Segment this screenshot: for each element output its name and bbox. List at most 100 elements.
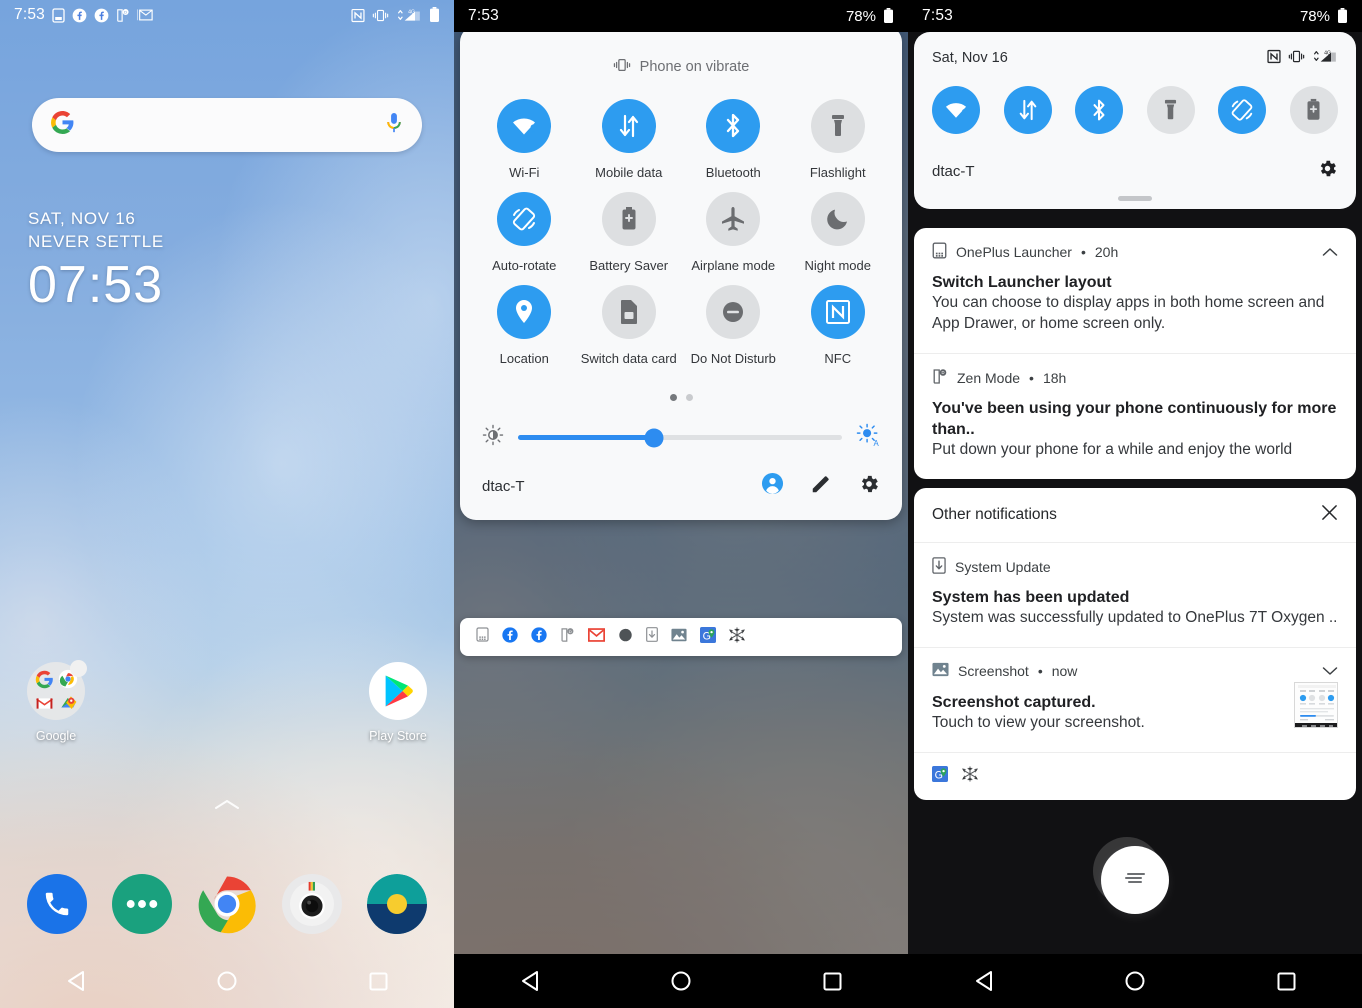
home-icon-play-store[interactable]: Play Store [352,662,444,743]
qs-tile-flashlight[interactable]: Flashlight [786,99,891,180]
notification-separator: • [1037,662,1043,679]
status-bar-time: 7:53 [922,7,953,24]
home-button[interactable] [1112,958,1158,1004]
qs-tile-bluetooth[interactable] [1075,86,1124,134]
chevron-up-icon[interactable] [0,795,454,818]
svg-text:?: ? [530,122,537,136]
svg-text:D: D [569,628,572,633]
messages-icon[interactable] [111,874,172,934]
panel-notification-shade: 7:53 78% Sat, Nov 16 4G ? dtac-T OnePlus… [908,0,1362,1008]
home-icon-google-folder[interactable]: Google [10,660,102,743]
quick-settings-grid: ? Wi-Fi Mobile data Bluetooth Flashlight… [460,83,902,366]
clock-widget-time: 07:53 [28,255,164,314]
notification-group-other: Other notifications System Update System… [914,488,1356,800]
quick-settings-shade: Phone on vibrate ? Wi-Fi Mobile data Blu… [460,26,902,520]
pager-dot-2[interactable] [685,394,693,401]
vibrate-icon [613,57,631,77]
qs-tile-auto-rotate[interactable] [1218,86,1267,134]
other-notifications-label: Other notifications [932,506,1057,523]
recents-button[interactable] [355,958,401,1004]
qs-tile-night-mode[interactable]: Night mode [786,192,891,273]
notification-screenshot[interactable]: Screenshot • now Screenshot captured. To… [914,646,1356,752]
vibrate-icon [372,8,389,23]
settings-gear-icon[interactable] [1317,158,1338,184]
notification-zen-mode[interactable]: D Zen Mode • 18h You've been using your … [914,352,1356,479]
ringer-status[interactable]: Phone on vibrate [460,44,902,83]
collapsed-quick-settings: Sat, Nov 16 4G ? dtac-T [914,32,1356,209]
qs-tile-nfc[interactable]: NFC [786,285,891,366]
notification-oneplus-launcher[interactable]: OnePlus Launcher • 20h Switch Launcher l… [914,228,1356,353]
svg-text:A: A [874,439,880,447]
notification-title: Screenshot captured. [932,693,1096,711]
chevron-down-icon[interactable] [1322,663,1338,679]
google-search-bar[interactable] [32,98,422,152]
snowflake-icon [729,626,745,648]
back-button[interactable] [507,958,553,1004]
do-not-disturb-icon [706,285,761,339]
qs-tile-auto-rotate[interactable]: Auto-rotate [472,192,577,273]
gmail-icon [136,8,153,22]
notification-system-update[interactable]: System Update System has been updated Sy… [914,543,1356,647]
ringer-status-label: Phone on vibrate [639,59,750,75]
brightness-knob[interactable] [644,428,664,447]
brightness-slider[interactable] [518,428,842,447]
recents-button[interactable] [809,958,855,1004]
back-button[interactable] [53,958,99,1004]
home-button[interactable] [204,958,250,1004]
quick-settings-pager[interactable] [460,366,902,401]
back-button[interactable] [961,958,1007,1004]
qs-tile-bluetooth[interactable]: Bluetooth [681,99,786,180]
qs-tile-do-not-disturb[interactable]: Do Not Disturb [681,285,786,366]
nfc-icon [810,285,865,339]
location-pin-icon [497,285,552,339]
brightness-auto-icon[interactable]: A [856,423,880,452]
phone-icon[interactable] [26,874,87,934]
microphone-icon[interactable] [384,111,404,140]
panel-quick-settings: 7:53 78% Phone on vibrate ? Wi-Fi Mobile… [454,0,908,1008]
svg-text:D: D [124,9,127,14]
screenshot-thumbnail[interactable] [1294,681,1338,728]
notification-time: 20h [1094,244,1119,260]
qs-tile-label: Location [499,351,549,366]
battery-saver-icon [601,192,656,246]
edit-pencil-icon[interactable] [810,473,832,500]
home-button[interactable] [658,958,704,1004]
recents-button[interactable] [1263,958,1309,1004]
play-store-icon [369,662,427,720]
gallery-icon[interactable] [367,874,428,934]
qs-tile-flashlight[interactable] [1146,86,1195,134]
shade-drag-handle[interactable] [1118,196,1152,201]
qs-tile-mobile-data[interactable] [1003,86,1052,134]
navigation-bar [908,954,1362,1008]
clock-widget[interactable]: SAT, NOV 16 NEVER SETTLE 07:53 [28,208,164,312]
qs-tile-location[interactable]: Location [472,285,577,366]
qs-tile-switch-data-card[interactable]: Switch data card [577,285,682,366]
pager-dot-1[interactable] [669,394,677,401]
clear-all-button[interactable] [1093,837,1169,914]
airplane-icon [706,192,761,246]
qs-tile-wifi[interactable]: ? [932,86,980,134]
qs-tile-wifi[interactable]: ? Wi-Fi [472,99,577,180]
chrome-icon[interactable] [197,874,257,934]
qs-tile-mobile-data[interactable]: Mobile data [577,99,682,180]
settings-gear-icon[interactable] [858,473,880,500]
qs-tile-label: Mobile data [595,165,663,180]
qs-tile-airplane-mode[interactable]: Airplane mode [681,192,786,273]
close-icon[interactable] [1321,504,1338,526]
nfc-icon [1267,49,1281,68]
panel-home-screen: 7:53 D 4G SAT, NOV 16 NEVER SETTLE 07:53… [0,0,454,1008]
moon-icon [810,192,865,246]
camera-icon[interactable] [282,874,343,934]
qs-tile-battery-saver[interactable] [1289,86,1338,134]
shade-date: Sat, Nov 16 [932,50,1008,66]
vibrate-icon [1288,49,1305,68]
qs-tile-battery-saver[interactable]: Battery Saver [577,192,682,273]
battery-icon [883,8,894,24]
notification-body: System was successfully updated to OnePl… [932,609,1338,627]
status-bar: 7:53 D 4G [0,0,454,30]
user-account-icon[interactable] [761,472,784,500]
notification-title: Switch Launcher layout [932,274,1112,291]
home-icon-label: Google [35,729,77,743]
chevron-up-icon[interactable] [1322,244,1338,260]
facebook-icon [72,8,87,23]
